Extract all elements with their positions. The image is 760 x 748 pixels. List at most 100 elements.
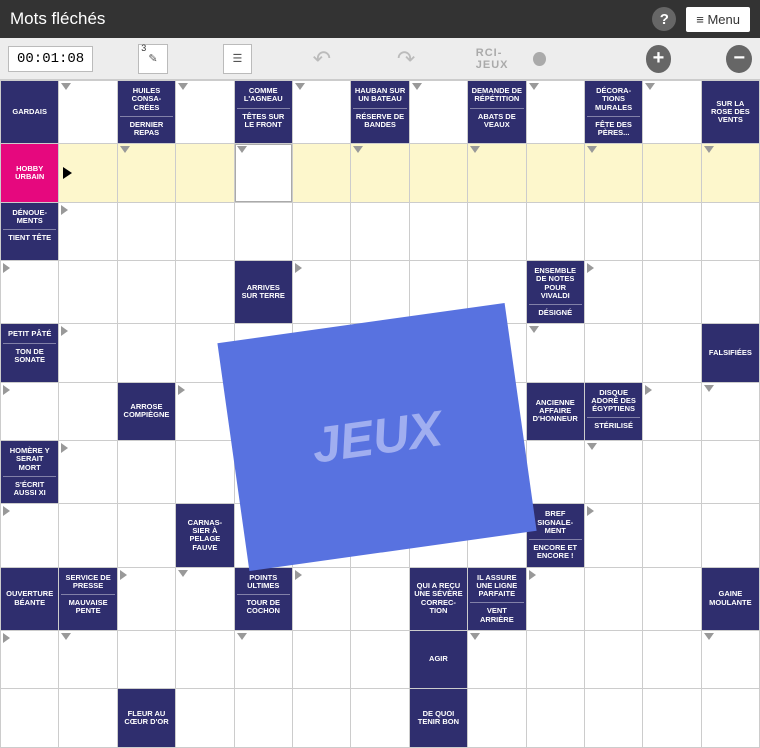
zoom-out-button[interactable]: − <box>726 45 752 73</box>
letter-cell[interactable] <box>409 441 467 504</box>
letter-cell[interactable] <box>468 144 526 202</box>
letter-cell[interactable] <box>526 689 584 747</box>
letter-cell[interactable] <box>409 81 467 144</box>
letter-cell[interactable] <box>176 81 234 144</box>
letter-cell[interactable] <box>701 630 759 688</box>
letter-cell[interactable] <box>59 441 117 504</box>
letter-cell[interactable] <box>351 567 409 630</box>
letter-cell[interactable] <box>701 261 759 324</box>
menu-button[interactable]: ≡ Menu <box>686 7 750 32</box>
letter-cell[interactable] <box>292 567 350 630</box>
hint-button[interactable]: 3✎ <box>138 44 167 74</box>
letter-cell[interactable] <box>1 261 59 324</box>
letter-cell[interactable] <box>351 202 409 260</box>
letter-cell[interactable] <box>468 261 526 324</box>
letter-cell[interactable] <box>176 261 234 324</box>
letter-cell[interactable] <box>643 324 701 382</box>
letter-cell[interactable] <box>526 630 584 688</box>
letter-cell[interactable] <box>1 689 59 747</box>
letter-cell[interactable] <box>526 441 584 504</box>
letter-cell[interactable] <box>584 261 642 324</box>
list-button[interactable]: ☰ <box>223 44 252 74</box>
letter-cell[interactable] <box>584 202 642 260</box>
letter-cell[interactable] <box>117 202 175 260</box>
letter-cell[interactable] <box>234 441 292 504</box>
letter-cell[interactable] <box>292 324 350 382</box>
letter-cell[interactable] <box>351 504 409 567</box>
letter-cell[interactable] <box>701 441 759 504</box>
letter-cell[interactable] <box>643 202 701 260</box>
letter-cell[interactable] <box>584 324 642 382</box>
letter-cell[interactable] <box>117 144 175 202</box>
letter-cell[interactable] <box>701 689 759 747</box>
letter-cell[interactable] <box>701 504 759 567</box>
letter-cell[interactable] <box>468 630 526 688</box>
letter-cell[interactable] <box>234 202 292 260</box>
letter-cell[interactable] <box>584 567 642 630</box>
letter-cell[interactable] <box>234 504 292 567</box>
letter-cell[interactable] <box>643 441 701 504</box>
letter-cell[interactable] <box>234 324 292 382</box>
letter-cell[interactable] <box>351 689 409 747</box>
letter-cell[interactable] <box>468 382 526 440</box>
letter-cell[interactable] <box>1 630 59 688</box>
letter-cell[interactable] <box>468 504 526 567</box>
letter-cell[interactable] <box>59 504 117 567</box>
letter-cell[interactable] <box>1 504 59 567</box>
letter-cell[interactable] <box>409 324 467 382</box>
letter-cell[interactable] <box>643 382 701 440</box>
letter-cell[interactable] <box>351 144 409 202</box>
letter-cell[interactable] <box>292 144 350 202</box>
letter-cell[interactable] <box>117 567 175 630</box>
letter-cell[interactable] <box>643 144 701 202</box>
letter-cell[interactable] <box>176 324 234 382</box>
letter-cell[interactable] <box>409 261 467 324</box>
letter-cell[interactable] <box>526 324 584 382</box>
letter-cell[interactable] <box>292 441 350 504</box>
letter-cell[interactable] <box>351 382 409 440</box>
letter-cell[interactable] <box>351 261 409 324</box>
letter-cell[interactable] <box>468 202 526 260</box>
letter-cell[interactable] <box>584 504 642 567</box>
letter-cell[interactable] <box>643 261 701 324</box>
letter-cell[interactable] <box>176 382 234 440</box>
letter-cell[interactable] <box>409 202 467 260</box>
letter-cell[interactable] <box>584 630 642 688</box>
letter-cell[interactable] <box>643 630 701 688</box>
letter-cell[interactable] <box>59 630 117 688</box>
letter-cell[interactable] <box>351 441 409 504</box>
letter-cell[interactable] <box>468 324 526 382</box>
letter-cell[interactable] <box>643 567 701 630</box>
letter-cell[interactable] <box>292 382 350 440</box>
letter-cell[interactable] <box>468 689 526 747</box>
letter-cell[interactable] <box>643 504 701 567</box>
letter-cell[interactable] <box>234 689 292 747</box>
letter-cell[interactable] <box>117 504 175 567</box>
letter-cell[interactable] <box>176 202 234 260</box>
letter-cell[interactable] <box>234 630 292 688</box>
letter-cell[interactable] <box>292 504 350 567</box>
letter-cell[interactable] <box>526 144 584 202</box>
letter-cell[interactable] <box>526 202 584 260</box>
letter-cell[interactable] <box>234 144 292 202</box>
letter-cell[interactable] <box>292 261 350 324</box>
letter-cell[interactable] <box>176 144 234 202</box>
letter-cell[interactable] <box>176 689 234 747</box>
letter-cell[interactable] <box>59 324 117 382</box>
letter-cell[interactable] <box>117 630 175 688</box>
letter-cell[interactable] <box>584 689 642 747</box>
letter-cell[interactable] <box>584 441 642 504</box>
letter-cell[interactable] <box>234 382 292 440</box>
letter-cell[interactable] <box>176 441 234 504</box>
letter-cell[interactable] <box>409 382 467 440</box>
letter-cell[interactable] <box>526 81 584 144</box>
letter-cell[interactable] <box>292 689 350 747</box>
letter-cell[interactable] <box>117 441 175 504</box>
letter-cell[interactable] <box>409 144 467 202</box>
redo-button[interactable]: ↷ <box>391 44 420 74</box>
letter-cell[interactable] <box>643 81 701 144</box>
letter-cell[interactable] <box>351 630 409 688</box>
letter-cell[interactable] <box>701 144 759 202</box>
letter-cell[interactable] <box>59 382 117 440</box>
letter-cell[interactable] <box>117 261 175 324</box>
